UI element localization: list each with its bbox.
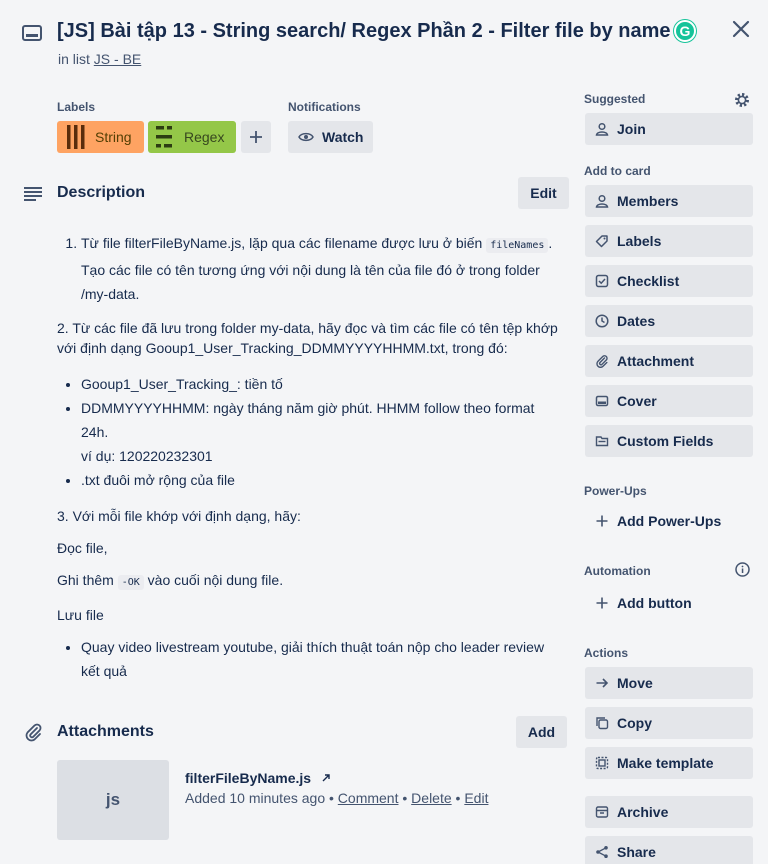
inline-code-ok: -OK [117, 575, 144, 590]
add-power-ups-button[interactable]: Add Power-Ups [585, 505, 753, 537]
person-icon [595, 194, 609, 208]
label-string[interactable]: String [57, 121, 144, 153]
add-label-button[interactable] [241, 121, 271, 153]
eye-icon [298, 132, 314, 142]
regex-pattern-icon [156, 126, 172, 148]
person-icon [595, 122, 609, 136]
share-icon [596, 846, 608, 858]
suggested-heading: Suggested [584, 92, 646, 106]
card-title[interactable]: [JS] Bài tập 13 - String search/ Regex P… [57, 20, 671, 43]
labels-heading: Labels [57, 100, 96, 114]
edit-description-button[interactable]: Edit [518, 177, 569, 209]
card-icon [21, 23, 43, 43]
share-button[interactable]: Share [585, 836, 753, 864]
actions-heading: Actions [584, 646, 629, 660]
join-button[interactable]: Join [585, 113, 753, 145]
watch-button[interactable]: Watch [288, 121, 373, 153]
template-icon [595, 756, 609, 770]
inline-code-filenames: fileNames [486, 238, 549, 253]
in-list-prefix: in list [58, 51, 90, 67]
external-link-icon [322, 774, 330, 782]
plus-icon [596, 597, 608, 609]
attachment-thumbnail[interactable]: js [57, 760, 169, 840]
copy-icon [596, 717, 609, 730]
watch-label: Watch [322, 129, 364, 145]
gear-icon[interactable] [733, 91, 751, 109]
info-icon[interactable] [735, 562, 750, 577]
arrow-right-icon [596, 678, 609, 688]
automation-heading: Automation [584, 564, 651, 578]
desc-bullet-prefix: Gooup1_User_Tracking_: tiền tố [81, 372, 562, 396]
add-to-card-heading: Add to card [584, 164, 651, 178]
desc-step-1: Từ file filterFileByName.js, lặp qua các… [81, 231, 562, 306]
tag-icon [595, 235, 608, 248]
custom-fields-button[interactable]: Custom Fields [585, 425, 753, 457]
cover-button[interactable]: Cover [585, 385, 753, 417]
cover-icon [595, 395, 609, 407]
list-link[interactable]: JS - BE [94, 51, 141, 67]
desc-save-file: Lưu file [57, 607, 104, 623]
description-icon [23, 186, 43, 202]
attachment-delete-link[interactable]: Delete [411, 790, 451, 806]
desc-append-ok: Ghi thêm -OK vào cuối nội dung file. [57, 572, 284, 590]
attachments-heading: Attachments [57, 723, 154, 740]
dates-button[interactable]: Dates [585, 305, 753, 337]
stripes-icon [67, 125, 85, 149]
description-body[interactable]: Từ file filterFileByName.js, lặp qua các… [57, 231, 562, 683]
desc-step-2: 2. Từ các file đã lưu trong folder my-da… [57, 320, 558, 356]
add-attachment-button[interactable]: Add [516, 716, 567, 748]
attachment-comment-link[interactable]: Comment [338, 790, 399, 806]
attachment-title[interactable]: filterFileByName.js [185, 770, 331, 786]
notifications-heading: Notifications [288, 100, 361, 114]
paperclip-icon [596, 355, 608, 368]
clock-icon [595, 314, 609, 328]
attachment-name: filterFileByName.js [185, 770, 312, 786]
power-ups-heading: Power-Ups [584, 484, 647, 498]
members-button[interactable]: Members [585, 185, 753, 217]
description-heading: Description [57, 184, 146, 201]
add-button-button[interactable]: Add button [585, 587, 753, 619]
label-regex-text: Regex [184, 129, 225, 145]
archive-button[interactable]: Archive [585, 796, 753, 828]
copy-button[interactable]: Copy [585, 707, 753, 739]
labels-button[interactable]: Labels [585, 225, 753, 257]
paperclip-icon [23, 722, 43, 742]
archive-icon [595, 806, 609, 818]
label-string-text: String [95, 129, 132, 145]
attachment-meta: Added 10 minutes ago • Comment • Delete … [185, 790, 489, 806]
plus-icon [250, 131, 262, 143]
attachment-button[interactable]: Attachment [585, 345, 753, 377]
desc-read-file: Đọc file, [57, 540, 108, 556]
make-template-button[interactable]: Make template [585, 747, 753, 779]
desc-bullet-video: Quay video livestream youtube, giải thíc… [81, 635, 562, 683]
label-regex[interactable]: Regex [148, 121, 236, 153]
attachment-edit-link[interactable]: Edit [464, 790, 488, 806]
plus-icon [596, 515, 608, 527]
custom-fields-icon [595, 436, 609, 447]
grammarly-icon[interactable]: G [674, 20, 696, 42]
move-button[interactable]: Move [585, 667, 753, 699]
desc-bullet-datetime: DDMMYYYYHHMM: ngày tháng năm giờ phút. H… [81, 396, 562, 468]
close-icon[interactable] [729, 17, 753, 41]
checklist-button[interactable]: Checklist [585, 265, 753, 297]
list-breadcrumb: in list JS - BE [58, 51, 141, 67]
desc-bullet-extension: .txt đuôi mở rộng của file [81, 468, 562, 492]
desc-step-3: 3. Với mỗi file khớp với định dạng, hãy: [57, 508, 301, 524]
checkbox-icon [595, 274, 609, 288]
